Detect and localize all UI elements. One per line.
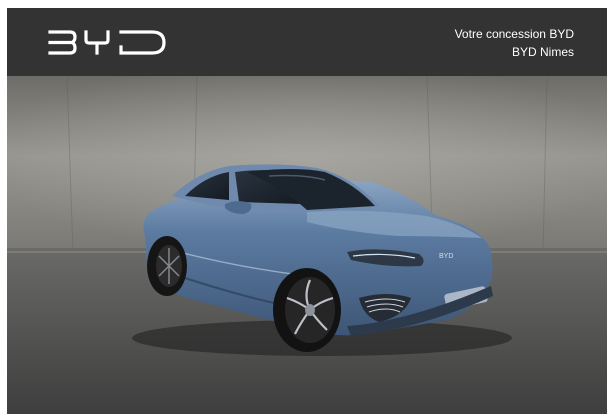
front-wheel [273,268,341,352]
dealer-info: Votre concession BYD BYD Nimes [455,25,574,61]
listing-photo-card: Votre concession BYD BYD Nimes BYD [7,8,607,414]
byd-logo[interactable] [48,29,168,56]
dealer-name: BYD Nimes [511,45,574,59]
car-badge-text: BYD [439,253,453,260]
vehicle-photo[interactable]: BYD [7,76,607,414]
dealer-label: Votre concession BYD [454,27,574,41]
rear-wheel [147,236,187,296]
dealer-header: Votre concession BYD BYD Nimes [7,8,607,76]
